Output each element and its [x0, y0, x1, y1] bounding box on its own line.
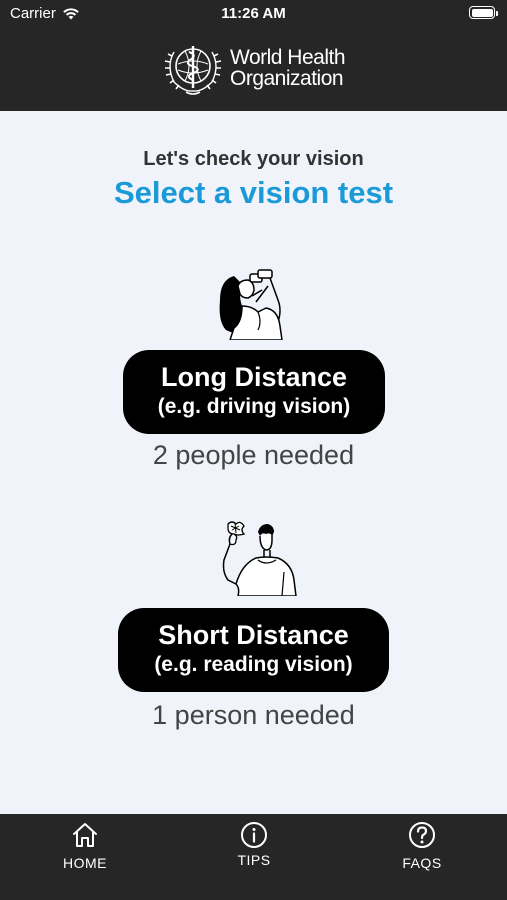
info-icon	[241, 822, 267, 848]
page-subtitle: Let's check your vision	[143, 148, 364, 170]
tab-tips[interactable]: TIPS	[194, 814, 314, 900]
question-icon	[409, 822, 435, 848]
clock: 11:26 AM	[221, 5, 286, 22]
app-header: Carrier 11:26 AM World Health Organizati…	[0, 0, 507, 111]
long-distance-sublabel: (e.g. driving vision)	[157, 395, 351, 418]
short-distance-label: Short Distance	[158, 620, 349, 650]
tab-bar: HOME TIPS FAQS	[0, 814, 507, 900]
status-bar: Carrier 11:26 AM	[0, 0, 507, 30]
who-logo: World Health Organization	[160, 38, 346, 98]
tab-home-label: HOME	[63, 855, 107, 871]
page-title: Select a vision test	[113, 175, 394, 210]
org-name-line1: World Health	[230, 46, 346, 69]
tab-faqs[interactable]: FAQS	[362, 814, 482, 900]
short-distance-sublabel: (e.g. reading vision)	[154, 653, 353, 676]
org-name-line2: Organization	[230, 67, 344, 90]
short-distance-people-needed: 1 person needed	[152, 700, 355, 730]
long-distance-button[interactable]: Long Distance (e.g. driving vision)	[123, 350, 385, 434]
tab-home[interactable]: HOME	[25, 814, 145, 900]
binoculars-woman-illustration	[219, 269, 283, 340]
long-distance-people-needed: 2 people needed	[152, 440, 355, 470]
who-emblem-icon	[164, 46, 222, 95]
long-distance-label: Long Distance	[160, 362, 348, 392]
short-distance-button[interactable]: Short Distance (e.g. reading vision)	[118, 608, 389, 692]
tab-faqs-label: FAQS	[402, 855, 442, 871]
tab-tips-label: TIPS	[237, 852, 271, 868]
org-name: World Health Organization	[230, 46, 346, 90]
home-icon	[73, 823, 97, 847]
card-man-illustration	[222, 521, 297, 596]
battery-icon	[469, 6, 498, 19]
